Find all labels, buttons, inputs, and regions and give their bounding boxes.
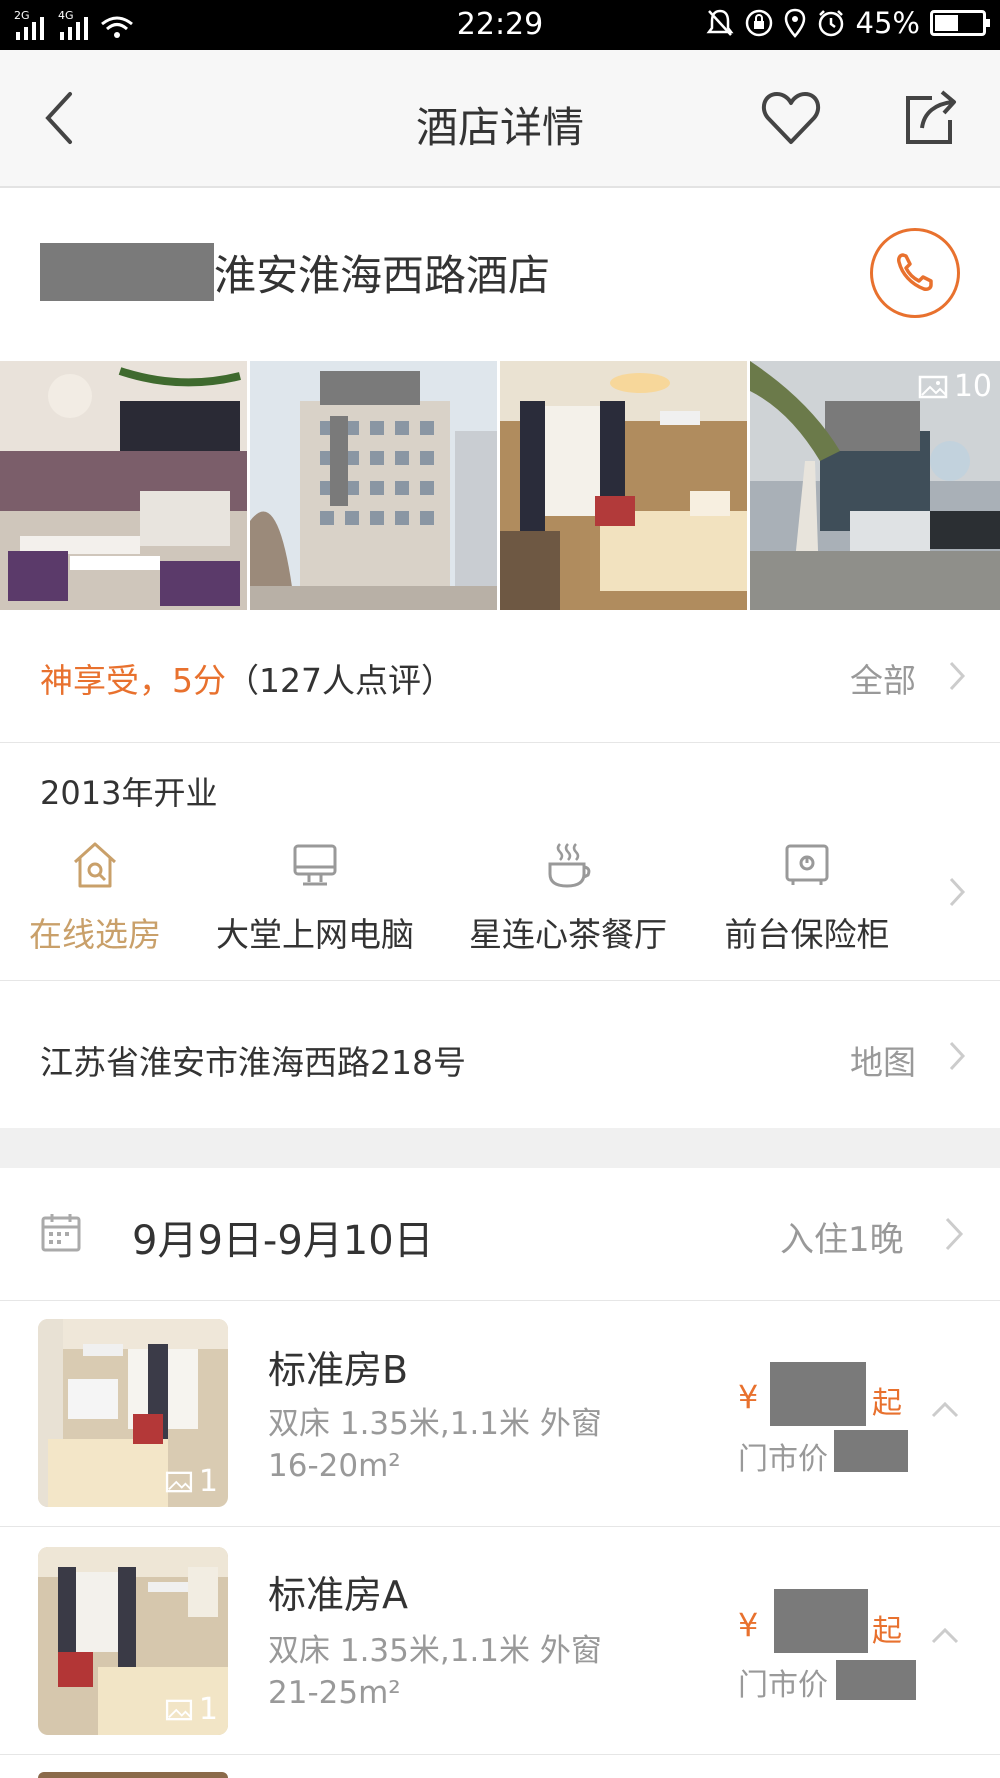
amenity-label: 星连心茶餐厅 bbox=[469, 915, 667, 954]
room-beds: 双床 1.35米,1.1米 外窗 bbox=[268, 1633, 602, 1669]
photo-count: 10 bbox=[953, 369, 992, 404]
chevron-right-icon bbox=[949, 1041, 966, 1071]
call-hotel-button[interactable] bbox=[870, 228, 960, 318]
lobby-image bbox=[0, 361, 247, 610]
room-area: 21-25m² bbox=[268, 1675, 401, 1711]
safe-icon bbox=[785, 844, 829, 885]
status-right: 45% bbox=[706, 6, 990, 40]
room-name[interactable]: 标准房A bbox=[268, 1564, 408, 1619]
redacted-market-price bbox=[834, 1430, 908, 1472]
divider bbox=[0, 742, 1000, 743]
room-photo-count: 1 bbox=[198, 1464, 218, 1499]
location-icon bbox=[784, 8, 805, 38]
currency-symbol: ¥ bbox=[738, 1606, 759, 1644]
market-price-label: 门市价 bbox=[738, 1668, 828, 1703]
amenity-label: 大堂上网电脑 bbox=[216, 915, 414, 954]
nav-bar: 酒店详情 bbox=[0, 50, 1000, 188]
hotel-photo-exterior[interactable] bbox=[250, 361, 497, 610]
hotel-photo-room[interactable] bbox=[500, 361, 747, 610]
photo-count-badge: 10 bbox=[918, 369, 992, 404]
price-from-label: 起 bbox=[872, 1386, 902, 1421]
amenity-online-room-selection[interactable]: 在线选房 bbox=[28, 840, 162, 956]
all-reviews-link[interactable]: 全部 bbox=[850, 654, 916, 702]
mute-bell-icon bbox=[706, 9, 734, 36]
room-name[interactable]: 标准房B bbox=[268, 1339, 408, 1394]
chevron-up-icon[interactable] bbox=[930, 1400, 960, 1420]
page-title: 酒店详情 bbox=[415, 103, 584, 152]
amenity-tea-restaurant[interactable]: 星连心茶餐厅 bbox=[468, 840, 668, 956]
room-photo-count: 1 bbox=[198, 1692, 218, 1727]
chevron-up-icon[interactable] bbox=[930, 1626, 960, 1646]
redacted-entrance-sign bbox=[825, 401, 920, 451]
reviews-row[interactable]: 神享受，5分（127人点评） bbox=[40, 654, 454, 702]
price-from-label: 起 bbox=[872, 1614, 902, 1649]
alarm-icon bbox=[818, 10, 843, 37]
room-photo[interactable]: 1 bbox=[38, 1319, 228, 1507]
chevron-right-icon bbox=[945, 1217, 964, 1251]
opened-year: 2013年开业 bbox=[40, 774, 218, 812]
amenity-label: 前台保险柜 bbox=[724, 915, 890, 954]
amenity-label: 在线选房 bbox=[29, 915, 161, 954]
section-gap bbox=[0, 1128, 1000, 1168]
battery-icon bbox=[930, 10, 990, 36]
battery-fill bbox=[935, 15, 958, 31]
exterior-image bbox=[250, 361, 497, 610]
hotel-name: 淮安淮海西路酒店 bbox=[40, 243, 550, 301]
redacted-brand bbox=[40, 243, 214, 301]
room-beds: 双床 1.35米,1.1米 外窗 bbox=[268, 1406, 602, 1442]
house-search-icon bbox=[73, 842, 117, 888]
market-price-label: 门市价 bbox=[738, 1442, 828, 1477]
map-link[interactable]: 地图 bbox=[850, 1036, 916, 1084]
favorite-heart-icon[interactable] bbox=[760, 88, 822, 148]
review-count: （127人点评） bbox=[226, 661, 454, 700]
chevron-right-icon bbox=[949, 661, 966, 691]
computer-icon bbox=[293, 844, 337, 886]
hotel-photo-lobby[interactable] bbox=[0, 361, 247, 610]
divider bbox=[0, 1300, 1000, 1301]
hotel-name-text: 淮安淮海西路酒店 bbox=[214, 250, 551, 300]
amenity-lobby-computer[interactable]: 大堂上网电脑 bbox=[215, 840, 415, 956]
share-icon[interactable] bbox=[902, 88, 958, 148]
room-photo-count-badge: 1 bbox=[165, 1464, 218, 1499]
amenity-front-desk-safe[interactable]: 前台保险柜 bbox=[722, 840, 892, 956]
stay-date-range[interactable]: 9月9日-9月10日 bbox=[132, 1208, 434, 1266]
divider bbox=[0, 1526, 1000, 1527]
tea-cup-icon bbox=[548, 843, 591, 888]
next-room-thumb-edge bbox=[38, 1772, 228, 1778]
room-area: 16-20m² bbox=[268, 1448, 401, 1484]
gallery-icon bbox=[165, 1699, 192, 1720]
redacted-price bbox=[770, 1362, 866, 1426]
gallery-icon bbox=[165, 1471, 192, 1492]
status-bar: 2G 4G 22:29 45% bbox=[0, 0, 1000, 50]
calendar-icon bbox=[41, 1214, 81, 1252]
redacted-price bbox=[774, 1589, 868, 1653]
room-image bbox=[500, 361, 747, 610]
rotation-lock-icon bbox=[745, 9, 772, 37]
address-text: 江苏省淮安市淮海西路218号 bbox=[40, 1043, 466, 1082]
redacted-sign bbox=[320, 371, 420, 405]
redacted-market-price bbox=[836, 1660, 916, 1700]
battery-percent: 45% bbox=[855, 6, 920, 40]
room-photo-count-badge: 1 bbox=[165, 1692, 218, 1727]
divider bbox=[0, 1754, 1000, 1755]
phone-icon bbox=[897, 253, 933, 291]
rating-text: 神享受，5分 bbox=[40, 661, 226, 700]
hotel-photo-entrance[interactable]: 10 bbox=[750, 361, 1000, 610]
room-photo[interactable]: 1 bbox=[38, 1547, 228, 1735]
currency-symbol: ¥ bbox=[738, 1378, 759, 1416]
nights-count: 入住1晚 bbox=[780, 1220, 904, 1260]
gallery-icon bbox=[918, 375, 948, 398]
amenities-more-chevron-icon[interactable] bbox=[948, 876, 966, 908]
divider bbox=[0, 980, 1000, 981]
